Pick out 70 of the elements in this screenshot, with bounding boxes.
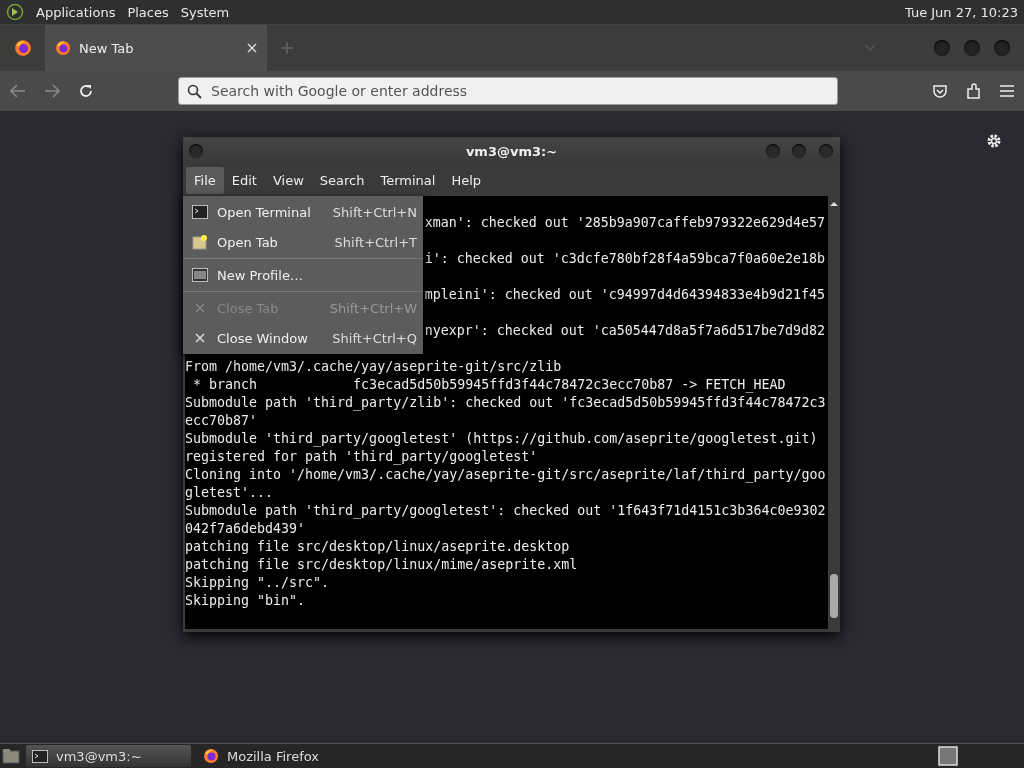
terminal-line: mpleini': checked out 'c94997d4d64394833e4b9d21f45 bbox=[424, 286, 825, 304]
terminal-line: registered for path 'third_party/googletest' bbox=[185, 448, 538, 466]
terminal-line: xman': checked out '285b9a907caffeb979322e629d4e57 bbox=[424, 214, 825, 232]
terminal-line: From /home/vm3/.cache/yay/aseprite-git/src/zlib bbox=[185, 358, 562, 376]
scrollbar-thumb[interactable] bbox=[830, 574, 838, 618]
close-icon bbox=[195, 303, 205, 313]
reload-icon[interactable] bbox=[78, 83, 94, 99]
menu-entry[interactable]: Close Window Shift+Ctrl+Q bbox=[183, 323, 423, 353]
workspace-switcher-icon[interactable] bbox=[938, 746, 958, 766]
back-icon[interactable] bbox=[10, 84, 26, 98]
profile-icon bbox=[192, 268, 208, 282]
menu-item[interactable]: Terminal bbox=[372, 167, 444, 194]
close-icon bbox=[195, 333, 205, 343]
minimize-button[interactable] bbox=[766, 144, 780, 158]
terminal-line: Submodule 'third_party/googletest' (https://github.com/aseprite/googletest.git) bbox=[185, 430, 818, 448]
panel-menu[interactable]: Places bbox=[127, 4, 169, 20]
terminal-line: patching file src/desktop/linux/aseprite.desktop bbox=[185, 538, 570, 556]
terminal-line: * branch fc3ecad5d50b59945ffd3f44c78472c3ecc70b87 -> FETCH_HEAD bbox=[192, 376, 786, 394]
menu-item[interactable]: View bbox=[264, 167, 312, 194]
terminal-line: gletest'... bbox=[185, 484, 274, 502]
terminal-line: Skipping "bin". bbox=[185, 592, 306, 610]
new-tab-icon[interactable] bbox=[281, 42, 293, 54]
menu-entry[interactable]: Open Tab Shift+Ctrl+T bbox=[183, 227, 423, 257]
maximize-button[interactable] bbox=[792, 144, 806, 158]
taskbar-button[interactable]: vm3@vm3:~ bbox=[26, 745, 191, 767]
window-title: vm3@vm3:~ bbox=[465, 143, 558, 159]
terminal-line: nyexpr': checked out 'ca505447d8a5f7a6d517be7d9d82 bbox=[424, 322, 825, 340]
firefox-icon bbox=[55, 40, 71, 56]
distro-logo-icon[interactable] bbox=[6, 3, 24, 21]
window-button[interactable] bbox=[994, 40, 1010, 56]
firefox-icon bbox=[203, 748, 219, 764]
pocket-icon[interactable] bbox=[932, 83, 948, 99]
clock: Tue Jun 27, 10:23 bbox=[904, 4, 1018, 20]
terminal-line: Submodule path 'third_party/googletest': checked out '1f643f71d4151c3b364c0e9302 bbox=[185, 502, 826, 520]
terminal-line: Skipping "../src". bbox=[185, 574, 330, 592]
terminal-line: i': checked out 'c3dcfe780bf28f4a59bca7f0a60e2e18b bbox=[424, 250, 825, 268]
terminal-line: Cloning into '/home/vm3/.cache/yay/aseprite-git/src/aseprite/laf/third_party/goo bbox=[185, 466, 826, 484]
window-button[interactable] bbox=[964, 40, 980, 56]
terminal-icon bbox=[192, 205, 208, 219]
extensions-icon[interactable] bbox=[966, 83, 982, 99]
forward-icon[interactable] bbox=[44, 84, 60, 98]
menu-item[interactable]: File bbox=[186, 167, 224, 194]
terminal-line: patching file src/desktop/linux/mime/aseprite.xml bbox=[185, 556, 578, 574]
menu-item[interactable]: Help bbox=[443, 167, 490, 194]
taskbar-button[interactable]: Mozilla Firefox bbox=[197, 745, 362, 767]
window-menu-button[interactable] bbox=[189, 144, 203, 158]
panel-menu[interactable]: System bbox=[180, 4, 230, 20]
close-icon[interactable] bbox=[247, 43, 257, 53]
browser-tab[interactable]: New Tab bbox=[45, 25, 267, 71]
close-button[interactable] bbox=[819, 144, 833, 158]
panel-menu[interactable]: Applications bbox=[36, 4, 116, 20]
menu-entry[interactable]: Open Terminal Shift+Ctrl+N bbox=[183, 197, 423, 227]
search-icon bbox=[187, 84, 202, 99]
show-desktop-icon[interactable] bbox=[2, 748, 20, 764]
menu-item[interactable]: Search bbox=[311, 167, 373, 194]
menu-icon[interactable] bbox=[1000, 85, 1014, 97]
address-field[interactable]: Search with Google or enter address bbox=[178, 77, 838, 105]
menu-item[interactable]: Edit bbox=[223, 167, 265, 194]
menu-entry[interactable]: New Profile… bbox=[183, 260, 423, 290]
window-button[interactable] bbox=[934, 40, 950, 56]
terminal-line: Submodule path 'third_party/zlib': checked out 'fc3ecad5d50b59945ffd3f44c78472c3 bbox=[185, 394, 826, 412]
scrollbar[interactable] bbox=[828, 196, 840, 629]
new-tab-icon bbox=[192, 234, 208, 250]
terminal-line: 042f7a6debd439' bbox=[185, 520, 306, 538]
scroll-up-icon[interactable] bbox=[828, 199, 840, 209]
firefox-icon bbox=[13, 39, 32, 57]
terminal-icon bbox=[32, 749, 48, 763]
chevron-down-icon[interactable] bbox=[864, 44, 876, 52]
terminal-line: ecc70b87' bbox=[185, 412, 258, 430]
settings-icon[interactable] bbox=[986, 133, 1002, 149]
